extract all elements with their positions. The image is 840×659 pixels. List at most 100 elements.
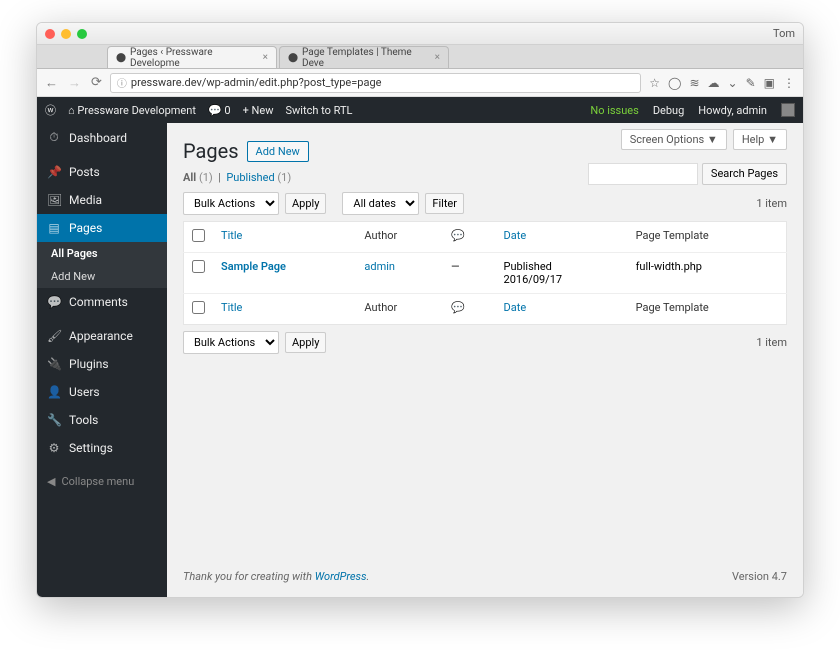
address-bar: ← → ⟳ ⓘ pressware.dev/wp-admin/edit.php?… — [37, 69, 803, 97]
col-comments[interactable]: 💬 — [443, 222, 496, 253]
wordpress-favicon-icon: ⬤ — [116, 53, 126, 63]
titlebar: Tom — [37, 23, 803, 45]
row-author-link[interactable]: admin — [364, 260, 395, 273]
row-title-link[interactable]: Sample Page — [221, 260, 286, 273]
forward-icon[interactable]: → — [68, 75, 81, 91]
reload-icon[interactable]: ⟳ — [91, 75, 102, 91]
col-title[interactable]: Title — [213, 222, 356, 253]
sidebar-item-media[interactable]: 🖼Media — [37, 186, 167, 214]
page-title: Pages — [183, 139, 239, 163]
sidebar-item-plugins[interactable]: 🔌Plugins — [37, 350, 167, 378]
wrench-icon: 🔧 — [47, 413, 61, 427]
col-template: Page Template — [628, 294, 787, 325]
home-icon: ⌂ — [68, 104, 75, 117]
avatar-icon[interactable] — [781, 103, 795, 117]
collapse-menu[interactable]: ◀Collapse menu — [37, 468, 167, 495]
site-info-icon[interactable]: ⓘ — [117, 75, 127, 90]
select-all-checkbox[interactable] — [192, 301, 205, 314]
select-all-checkbox[interactable] — [192, 229, 205, 242]
wordpress-link[interactable]: WordPress — [315, 570, 367, 583]
col-date[interactable]: Date — [496, 294, 628, 325]
col-template: Page Template — [628, 222, 787, 253]
filter-button[interactable]: Filter — [425, 193, 464, 214]
site-link[interactable]: ⌂ Pressware Development — [68, 104, 196, 117]
filter-published[interactable]: Published — [226, 171, 274, 184]
sidebar-item-dashboard[interactable]: ⏱Dashboard — [37, 123, 167, 152]
new-link[interactable]: + New — [243, 104, 274, 117]
rtl-link[interactable]: Switch to RTL — [286, 104, 353, 117]
search-input[interactable] — [588, 163, 698, 185]
no-issues-link[interactable]: No issues — [590, 104, 638, 117]
tab-close-icon[interactable]: × — [263, 52, 268, 63]
back-icon[interactable]: ← — [45, 75, 58, 91]
apply-button[interactable]: Apply — [285, 193, 326, 214]
howdy-link[interactable]: Howdy, admin — [698, 104, 767, 117]
col-date[interactable]: Date — [496, 222, 628, 253]
sidebar-item-users[interactable]: 👤Users — [37, 378, 167, 406]
sidebar-item-settings[interactable]: ⚙Settings — [37, 434, 167, 462]
cloud-icon[interactable]: ☁ — [708, 76, 720, 90]
settings-icon: ⚙ — [47, 441, 61, 455]
tablenav-bottom: Bulk Actions Apply 1 item — [183, 331, 787, 354]
pages-table: Title Author 💬 Date Page Template Sample… — [183, 221, 787, 325]
page-icon: ▤ — [47, 221, 61, 235]
extension-circle-icon[interactable]: ◯ — [668, 76, 681, 90]
col-comments[interactable]: 💬 — [443, 294, 496, 325]
maximize-window-icon[interactable] — [77, 29, 87, 39]
browser-tab-active[interactable]: ⬤ Pages ‹ Pressware Developme × — [107, 46, 277, 68]
item-count: 1 item — [756, 197, 787, 210]
tab-close-icon[interactable]: × — [435, 52, 440, 63]
close-window-icon[interactable] — [45, 29, 55, 39]
minimize-window-icon[interactable] — [61, 29, 71, 39]
buffer-icon[interactable]: ≋ — [689, 76, 699, 90]
browser-tabs: ⬤ Pages ‹ Pressware Developme × ⬤ Page T… — [37, 45, 803, 69]
row-comments: — — [443, 253, 496, 294]
nav-buttons: ← → ⟳ — [45, 75, 102, 91]
browser-tab-inactive[interactable]: ⬤ Page Templates | Theme Deve × — [279, 46, 449, 68]
wordpress-logo-icon[interactable]: ⓦ — [45, 102, 56, 118]
sidebar-item-pages[interactable]: ▤Pages — [37, 214, 167, 242]
add-new-button[interactable]: Add New — [247, 141, 309, 162]
table-footer-row: Title Author 💬 Date Page Template — [184, 294, 787, 325]
col-author: Author — [356, 294, 443, 325]
admin-sidebar: ⏱Dashboard 📌Posts 🖼Media ▤Pages All Page… — [37, 123, 167, 597]
submenu-add-new[interactable]: Add New — [37, 265, 167, 288]
apply-button[interactable]: Apply — [285, 332, 326, 353]
row-checkbox[interactable] — [192, 260, 205, 273]
menu-icon[interactable]: ⋮ — [783, 76, 795, 90]
star-icon[interactable]: ☆ — [649, 76, 660, 90]
filter-all[interactable]: All — [183, 171, 196, 184]
tablenav-top: Bulk Actions Apply All dates Filter 1 it… — [183, 192, 787, 215]
camera-icon[interactable]: ▣ — [764, 76, 775, 90]
help-button[interactable]: Help ▼ — [733, 129, 787, 150]
debug-link[interactable]: Debug — [653, 104, 684, 117]
screen-options-button[interactable]: Screen Options ▼ — [621, 129, 727, 150]
search-button[interactable]: Search Pages — [702, 163, 787, 185]
search-box: Search Pages — [588, 163, 787, 185]
col-title[interactable]: Title — [213, 294, 356, 325]
bulk-actions-select[interactable]: Bulk Actions — [183, 192, 279, 215]
url-input[interactable]: ⓘ pressware.dev/wp-admin/edit.php?post_t… — [110, 73, 641, 93]
date-filter-select[interactable]: All dates — [342, 192, 419, 215]
sidebar-item-posts[interactable]: 📌Posts — [37, 158, 167, 186]
collapse-icon: ◀ — [47, 475, 55, 488]
sidebar-item-appearance[interactable]: 🖌Appearance — [37, 322, 167, 350]
submenu-all-pages[interactable]: All Pages — [37, 242, 167, 265]
bulk-actions-select[interactable]: Bulk Actions — [183, 331, 279, 354]
pin-icon: 📌 — [47, 165, 61, 179]
user-icon: 👤 — [47, 385, 61, 399]
table-header-row: Title Author 💬 Date Page Template — [184, 222, 787, 253]
screen-meta-links: Screen Options ▼ Help ▼ — [621, 129, 787, 150]
comments-link[interactable]: 💬 0 — [208, 104, 231, 117]
evernote-icon[interactable]: ✎ — [746, 76, 756, 90]
wp-body: ⏱Dashboard 📌Posts 🖼Media ▤Pages All Page… — [37, 123, 803, 597]
extension-icons: ☆ ◯ ≋ ☁ ⌄ ✎ ▣ ⋮ — [649, 76, 795, 90]
comment-icon: 💬 — [451, 229, 465, 242]
row-date: Published2016/09/17 — [496, 253, 628, 294]
pocket-icon[interactable]: ⌄ — [728, 76, 738, 90]
sidebar-item-comments[interactable]: 💬Comments — [37, 288, 167, 316]
sidebar-item-tools[interactable]: 🔧Tools — [37, 406, 167, 434]
comment-icon: 💬 — [208, 104, 222, 117]
comment-icon: 💬 — [451, 301, 465, 314]
filter-all-count: (1) — [199, 171, 213, 184]
